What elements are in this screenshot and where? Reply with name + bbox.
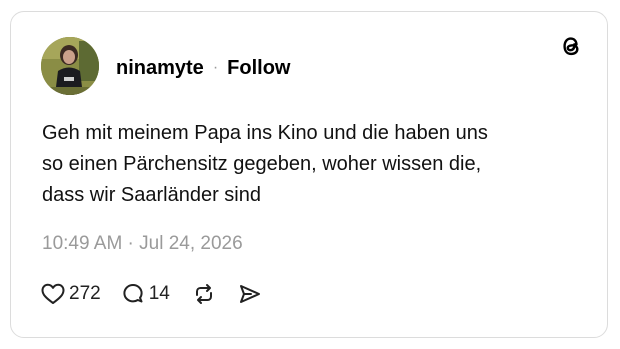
share-button[interactable] [238,283,262,305]
threads-post-card: ninamyte · Follow Geh mit meinem Papa in… [10,11,608,338]
like-count: 272 [69,283,101,304]
send-icon [239,285,260,303]
avatar-image [41,37,99,95]
threads-logo-icon[interactable] [557,32,585,60]
repost-icon [195,284,212,304]
username[interactable]: ninamyte [116,56,204,80]
follow-button[interactable]: Follow [227,56,290,80]
post-timestamp[interactable]: 10:49 AM · Jul 24, 2026 [42,232,243,256]
avatar[interactable] [41,37,99,95]
reply-count: 14 [148,283,170,304]
post-text: Geh mit meinem Papa ins Kino und die hab… [42,122,488,206]
post-header: ninamyte · Follow [116,56,290,80]
like-button[interactable]: 272 [41,283,101,305]
heart-icon [41,283,65,304]
reply-button[interactable]: 14 [121,283,170,305]
action-bar: 272 14 [41,283,262,305]
speech-bubble-icon [123,284,143,303]
repost-button[interactable] [192,283,216,305]
separator-dot: · [212,59,219,76]
